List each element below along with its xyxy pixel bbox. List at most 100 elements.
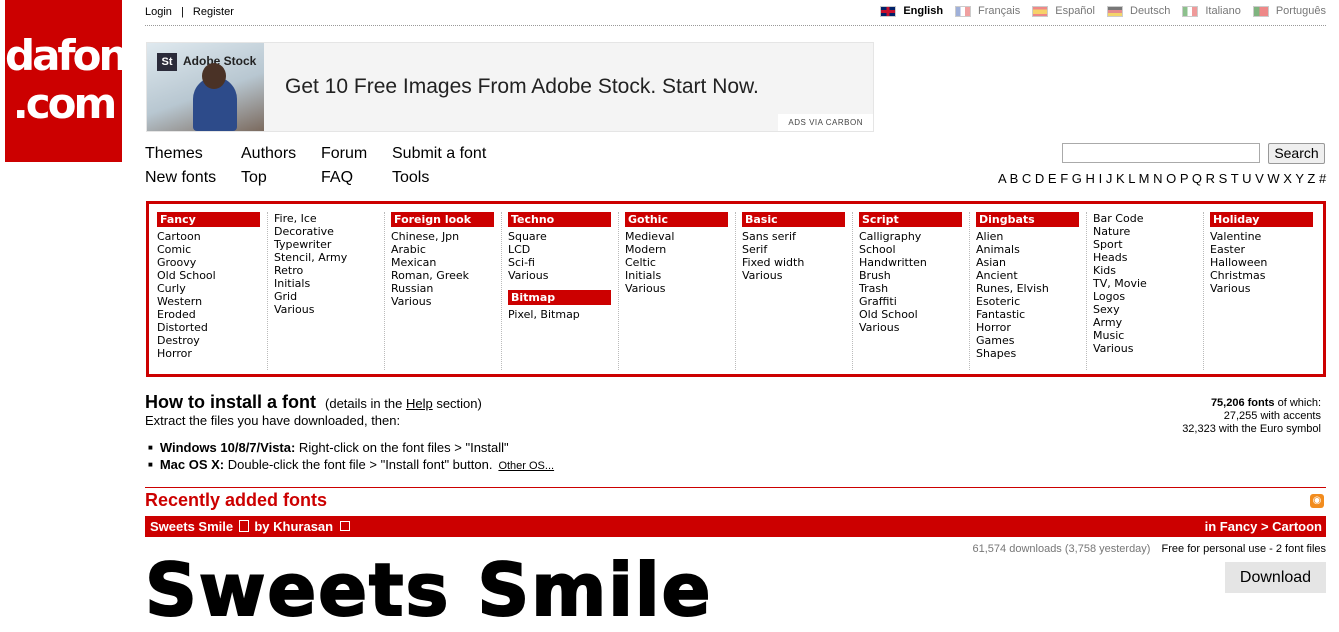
nav-new-fonts[interactable]: New fonts bbox=[145, 169, 216, 187]
cat-item[interactable]: Curly bbox=[157, 282, 267, 295]
cat-head-script[interactable]: Script bbox=[859, 212, 962, 227]
font-preview[interactable]: Sweets Smile bbox=[144, 547, 712, 632]
cat-item[interactable]: Medieval bbox=[625, 230, 735, 243]
cat-head-gothic[interactable]: Gothic bbox=[625, 212, 728, 227]
cat-item[interactable]: Kids bbox=[1093, 264, 1203, 277]
cat-item[interactable]: Asian bbox=[976, 256, 1086, 269]
alpha-r[interactable]: R bbox=[1206, 171, 1215, 186]
cat-item[interactable]: Horror bbox=[976, 321, 1086, 334]
cat-item[interactable]: Nature bbox=[1093, 225, 1203, 238]
cat-item[interactable]: School bbox=[859, 243, 969, 256]
cat-item[interactable]: Christmas bbox=[1210, 269, 1320, 282]
cat-item[interactable]: Animals bbox=[976, 243, 1086, 256]
cat-item[interactable]: Shapes bbox=[976, 347, 1086, 360]
alpha-d[interactable]: D bbox=[1035, 171, 1044, 186]
alpha-t[interactable]: T bbox=[1231, 171, 1239, 186]
help-link[interactable]: Help bbox=[406, 396, 433, 411]
cat-item[interactable]: Grid bbox=[274, 290, 384, 303]
cat-item[interactable]: Groovy bbox=[157, 256, 267, 269]
cat-item[interactable]: Games bbox=[976, 334, 1086, 347]
lang-portugues[interactable]: Português bbox=[1252, 5, 1326, 17]
cat-item[interactable]: Destroy bbox=[157, 334, 267, 347]
alpha-u[interactable]: U bbox=[1242, 171, 1251, 186]
cat-item[interactable]: Various bbox=[274, 303, 384, 316]
alpha-k[interactable]: K bbox=[1116, 171, 1125, 186]
alpha-b[interactable]: B bbox=[1010, 171, 1019, 186]
external-link-icon[interactable] bbox=[339, 521, 350, 531]
cat-item[interactable]: Modern bbox=[625, 243, 735, 256]
cat-item[interactable]: Retro bbox=[274, 264, 384, 277]
cat-item[interactable]: Army bbox=[1093, 316, 1203, 329]
cat-head-bitmap[interactable]: Bitmap bbox=[508, 290, 611, 305]
nav-tools[interactable]: Tools bbox=[392, 169, 429, 187]
ad-via[interactable]: ADS VIA CARBON bbox=[778, 114, 873, 131]
cat-item[interactable]: Roman, Greek bbox=[391, 269, 501, 282]
login-link[interactable]: Login bbox=[145, 6, 172, 18]
nav-themes[interactable]: Themes bbox=[145, 145, 203, 163]
cat-head-foreign-look[interactable]: Foreign look bbox=[391, 212, 494, 227]
nav-forum[interactable]: Forum bbox=[321, 145, 367, 163]
cat-item[interactable]: Cartoon bbox=[157, 230, 267, 243]
nav-faq[interactable]: FAQ bbox=[321, 169, 353, 187]
rss-icon[interactable]: ◉ bbox=[1310, 494, 1324, 508]
cat-item[interactable]: Horror bbox=[157, 347, 267, 360]
alpha-z[interactable]: Z bbox=[1307, 171, 1315, 186]
lang-english[interactable]: English bbox=[880, 5, 943, 17]
cat-item[interactable]: Calligraphy bbox=[859, 230, 969, 243]
cat-item[interactable]: Initials bbox=[625, 269, 735, 282]
alpha-g[interactable]: G bbox=[1072, 171, 1082, 186]
cat-item[interactable]: Various bbox=[1210, 282, 1320, 295]
cat-item[interactable]: Music bbox=[1093, 329, 1203, 342]
cat-head-holiday[interactable]: Holiday bbox=[1210, 212, 1313, 227]
cat-item[interactable]: Sci-fi bbox=[508, 256, 618, 269]
alpha-o[interactable]: O bbox=[1166, 171, 1176, 186]
cat-item[interactable]: Runes, Elvish bbox=[976, 282, 1086, 295]
cat-item[interactable]: Distorted bbox=[157, 321, 267, 334]
alpha-x[interactable]: X bbox=[1283, 171, 1292, 186]
alpha-p[interactable]: P bbox=[1180, 171, 1188, 186]
cat-item[interactable]: Esoteric bbox=[976, 295, 1086, 308]
alpha-w[interactable]: W bbox=[1267, 171, 1279, 186]
alpha-c[interactable]: C bbox=[1022, 171, 1031, 186]
cat-item[interactable]: Fantastic bbox=[976, 308, 1086, 321]
alpha-i[interactable]: I bbox=[1099, 171, 1103, 186]
cat-item[interactable]: Halloween bbox=[1210, 256, 1320, 269]
cat-item[interactable]: Celtic bbox=[625, 256, 735, 269]
cat-item[interactable]: Various bbox=[625, 282, 735, 295]
dafont-logo[interactable]: dafont .com bbox=[5, 0, 146, 162]
cat-item[interactable]: Logos bbox=[1093, 290, 1203, 303]
search-input[interactable] bbox=[1062, 143, 1260, 163]
cat-item[interactable]: Graffiti bbox=[859, 295, 969, 308]
alpha-h[interactable]: H bbox=[1086, 171, 1095, 186]
cat-item[interactable]: Easter bbox=[1210, 243, 1320, 256]
cat-item[interactable]: LCD bbox=[508, 243, 618, 256]
cat-head-fancy[interactable]: Fancy bbox=[157, 212, 260, 227]
cat-item[interactable]: Decorative bbox=[274, 225, 384, 238]
alpha-hash[interactable]: # bbox=[1319, 171, 1326, 186]
cat-item[interactable]: Eroded bbox=[157, 308, 267, 321]
cat-item[interactable]: Pixel, Bitmap bbox=[508, 308, 618, 321]
cat-item[interactable]: Various bbox=[508, 269, 618, 282]
cat-item[interactable]: Russian bbox=[391, 282, 501, 295]
font-author-link[interactable]: by Khurasan bbox=[254, 519, 333, 534]
cat-item[interactable]: Sans serif bbox=[742, 230, 852, 243]
nav-authors[interactable]: Authors bbox=[241, 145, 296, 163]
cat-item[interactable]: Various bbox=[1093, 342, 1203, 355]
cat-item[interactable]: Sport bbox=[1093, 238, 1203, 251]
cat-head-basic[interactable]: Basic bbox=[742, 212, 845, 227]
cat-item[interactable]: Various bbox=[391, 295, 501, 308]
register-link[interactable]: Register bbox=[193, 6, 234, 18]
cat-item[interactable]: Various bbox=[859, 321, 969, 334]
search-button[interactable]: Search bbox=[1268, 143, 1325, 164]
alpha-y[interactable]: Y bbox=[1295, 171, 1303, 186]
alpha-n[interactable]: N bbox=[1153, 171, 1162, 186]
alpha-m[interactable]: M bbox=[1139, 171, 1150, 186]
font-category[interactable]: in Fancy > Cartoon bbox=[1205, 519, 1322, 534]
alpha-s[interactable]: S bbox=[1219, 171, 1228, 186]
nav-submit-font[interactable]: Submit a font bbox=[392, 145, 486, 163]
cat-item[interactable]: TV, Movie bbox=[1093, 277, 1203, 290]
font-name-link[interactable]: Sweets Smile bbox=[150, 519, 233, 534]
alpha-f[interactable]: F bbox=[1060, 171, 1068, 186]
cat-item[interactable]: Arabic bbox=[391, 243, 501, 256]
cat-item[interactable]: Comic bbox=[157, 243, 267, 256]
